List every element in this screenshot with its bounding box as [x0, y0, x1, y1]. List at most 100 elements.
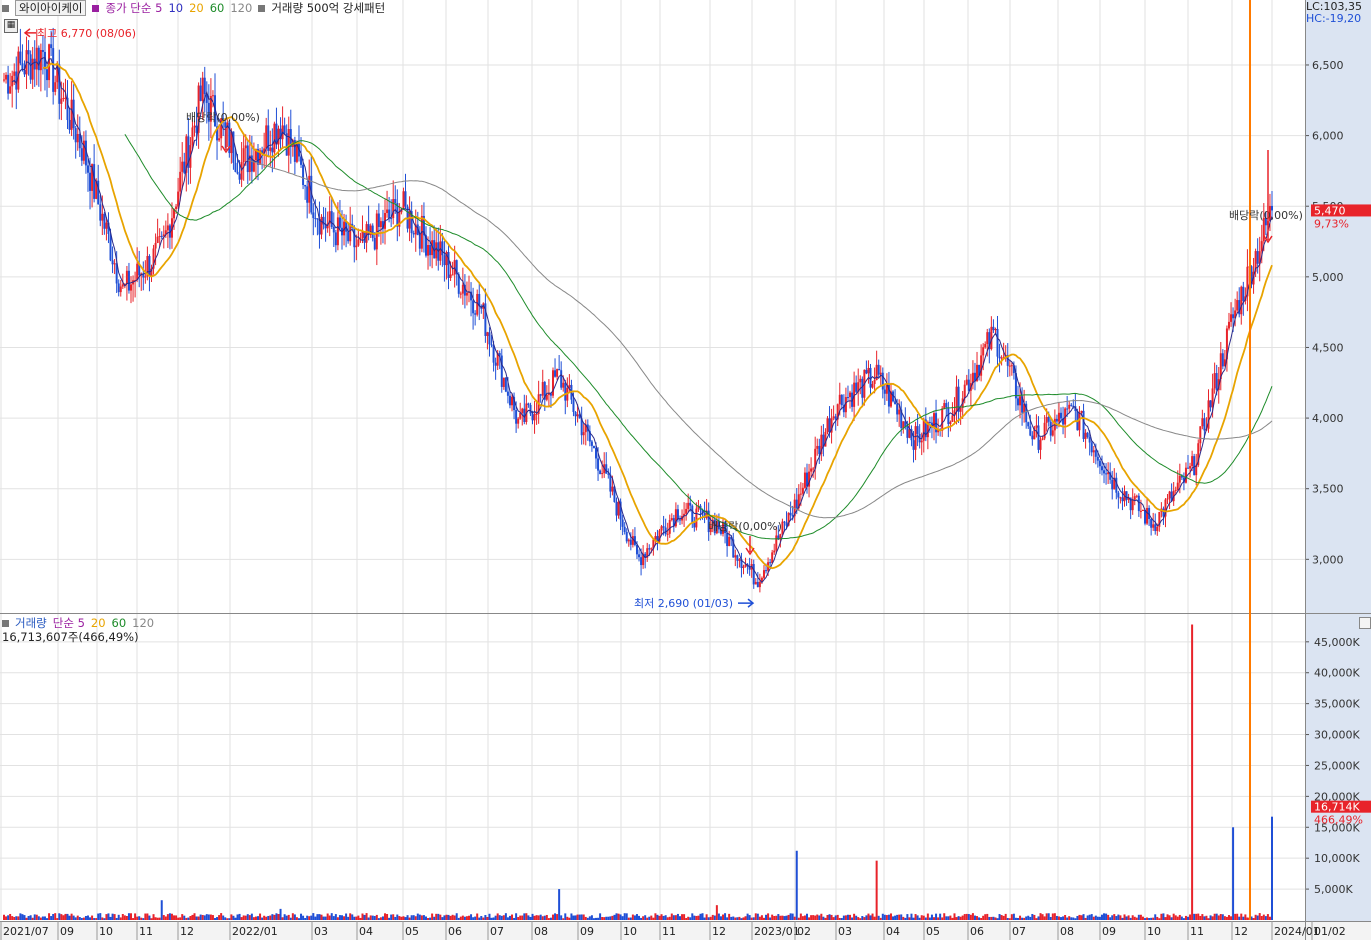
volume-bar [107, 913, 110, 920]
volume-bar [1074, 918, 1077, 920]
legend-item-ma20[interactable]: 20 [189, 1, 204, 15]
volume-bar [127, 913, 130, 920]
volume-bar [949, 915, 952, 920]
candle-body [447, 252, 450, 278]
legend-item-vol-ma20[interactable]: 20 [91, 616, 106, 630]
volume-bar [164, 916, 167, 920]
volume-bar [853, 913, 856, 920]
panel-scroll-button[interactable] [1359, 617, 1371, 629]
legend-item-vol-ma60[interactable]: 60 [112, 616, 127, 630]
candle-body [429, 244, 432, 256]
volume-bar [906, 914, 909, 920]
candle-body [664, 527, 667, 535]
volume-bar [529, 916, 532, 920]
volume-bar [951, 917, 954, 920]
candle-body [687, 502, 690, 509]
price-legend: 와이아이케이 종가 단순 5 10 20 60 120 거래량 500억 강세패턴 [2, 0, 391, 16]
candle-body [1201, 418, 1204, 427]
candle-body [574, 411, 577, 417]
volume-bar [365, 913, 368, 920]
legend-item-vol-ma5[interactable]: 단순 5 [53, 616, 85, 630]
candle-body [920, 440, 923, 443]
volume-bar [1113, 914, 1116, 920]
legend-item-vol-ma120[interactable]: 120 [132, 616, 154, 630]
candle-body [388, 209, 391, 219]
candle-body [60, 98, 63, 104]
volume-bar [963, 914, 966, 920]
legend-item-ma60[interactable]: 60 [210, 1, 225, 15]
volume-bar [1092, 916, 1095, 920]
candle-body [494, 362, 497, 366]
volume-bar [84, 915, 87, 920]
stock-name[interactable]: 와이아이케이 [15, 0, 87, 16]
volume-bar [181, 914, 184, 920]
volume-bar [1143, 918, 1146, 920]
grid-settings-icon[interactable]: ▦ [4, 19, 18, 33]
volume-bar [1057, 916, 1060, 920]
volume-bar [1199, 915, 1202, 920]
legend-item-ma120[interactable]: 120 [230, 1, 252, 15]
volume-bar [717, 913, 720, 920]
stock-chart-svg[interactable]: 3,0003,5004,0004,5005,0005,5006,0006,500… [0, 0, 1371, 940]
candle-body [347, 231, 350, 242]
legend-item-pattern[interactable]: 거래량 500억 강세패턴 [271, 1, 385, 15]
volume-bar [1023, 917, 1026, 920]
volume-bar [275, 913, 278, 920]
volume-bar [142, 918, 145, 920]
volume-bar [285, 915, 288, 920]
volume-bar [969, 914, 972, 920]
volume-bar [324, 916, 327, 920]
time-tick-label: 10 [1147, 925, 1161, 938]
candle-body [160, 235, 163, 237]
volume-bar [783, 916, 786, 920]
candle-body [912, 440, 915, 450]
volume-bar [621, 916, 624, 920]
candle-body [660, 526, 663, 531]
volume-bar [15, 916, 18, 920]
volume-bar [711, 914, 714, 920]
volume-bar [779, 915, 782, 920]
legend-item-ma10[interactable]: 10 [168, 1, 183, 15]
candle-body [166, 225, 169, 231]
volume-bar [564, 913, 567, 920]
time-tick-label: 04 [359, 925, 373, 938]
candle-body [54, 82, 57, 92]
legend-item-volume[interactable]: 거래량 [15, 616, 47, 630]
volume-bar [363, 914, 366, 920]
volume-bar [271, 914, 274, 920]
volume-bar [1221, 914, 1224, 920]
volume-bar [935, 913, 938, 920]
volume-bar [175, 915, 178, 920]
volume-bar [267, 915, 270, 920]
volume-bar [1164, 917, 1167, 920]
volume-bar [138, 916, 141, 920]
candle-body [50, 44, 53, 49]
volume-bar [971, 913, 974, 920]
volume-bar [881, 913, 884, 920]
candle-body [269, 147, 272, 151]
volume-legend-icon[interactable] [2, 620, 9, 627]
volume-bar [662, 915, 665, 920]
legend-item-ma5[interactable]: 종가 단순 5 [105, 1, 162, 15]
volume-bar [328, 915, 331, 920]
volume-bar [43, 916, 46, 920]
volume-bar [818, 915, 821, 920]
candle-body [1039, 439, 1042, 450]
candle-body [1078, 412, 1081, 431]
volume-bar [414, 916, 417, 920]
volume-bar [724, 913, 727, 920]
volume-bar [674, 915, 677, 920]
candle-body [1137, 495, 1140, 512]
candle-body [1242, 286, 1245, 301]
candle-body [373, 237, 376, 250]
candle-body [1203, 418, 1206, 431]
candle-body [35, 47, 38, 70]
volume-bar [828, 914, 831, 920]
volume-bar [140, 917, 143, 920]
legend-toggle-icon[interactable] [2, 5, 9, 12]
volume-bar [326, 913, 329, 920]
candle-body [666, 533, 669, 535]
candle-body [41, 50, 44, 52]
volume-bar [787, 914, 790, 920]
candle-body [752, 564, 755, 585]
